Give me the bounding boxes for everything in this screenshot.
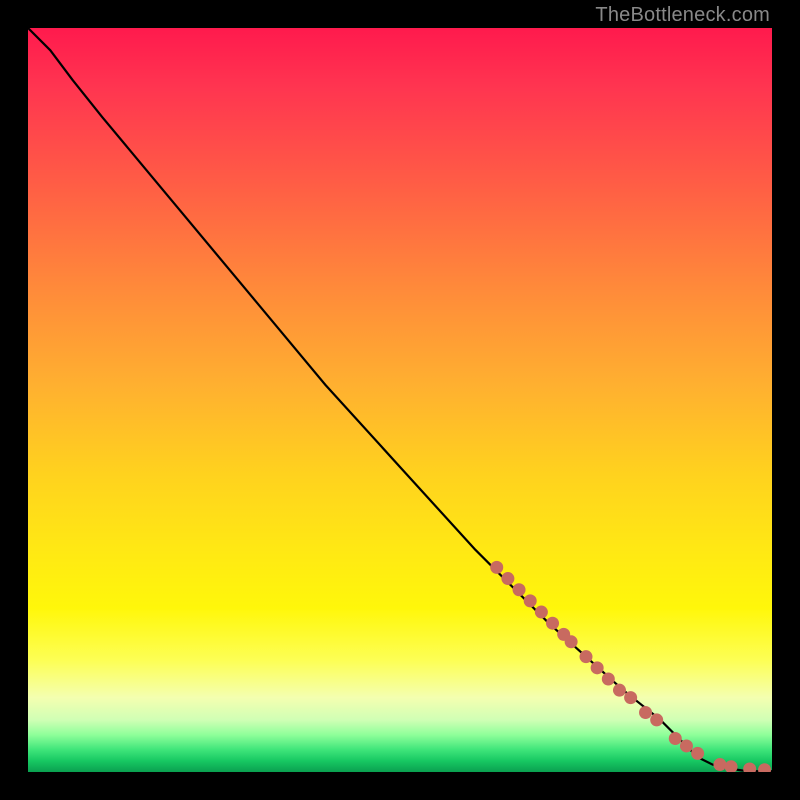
highlight-dot bbox=[725, 760, 738, 772]
highlight-dot bbox=[613, 684, 626, 697]
highlight-dot bbox=[639, 706, 652, 719]
highlight-dot bbox=[713, 758, 726, 771]
highlight-dot bbox=[743, 763, 756, 772]
highlight-dot bbox=[691, 747, 704, 760]
watermark-text: TheBottleneck.com bbox=[595, 4, 770, 27]
highlight-dot bbox=[650, 713, 663, 726]
highlight-dot bbox=[580, 650, 593, 663]
highlight-dot bbox=[591, 661, 604, 674]
chart-frame: TheBottleneck.com bbox=[0, 0, 800, 800]
chart-overlay bbox=[28, 28, 772, 772]
highlight-dot bbox=[624, 691, 637, 704]
highlight-dot bbox=[680, 739, 693, 752]
highlight-dot bbox=[565, 635, 578, 648]
highlight-dot bbox=[524, 594, 537, 607]
highlight-dot bbox=[535, 606, 548, 619]
highlight-dot bbox=[501, 572, 514, 585]
bottleneck-curve bbox=[28, 28, 772, 771]
highlight-dot bbox=[602, 673, 615, 686]
plot-area bbox=[28, 28, 772, 772]
highlight-dot bbox=[758, 763, 771, 772]
highlight-dot bbox=[490, 561, 503, 574]
highlight-dot bbox=[546, 617, 559, 630]
highlight-dots bbox=[490, 561, 771, 772]
highlight-dot bbox=[513, 583, 526, 596]
highlight-dot bbox=[669, 732, 682, 745]
